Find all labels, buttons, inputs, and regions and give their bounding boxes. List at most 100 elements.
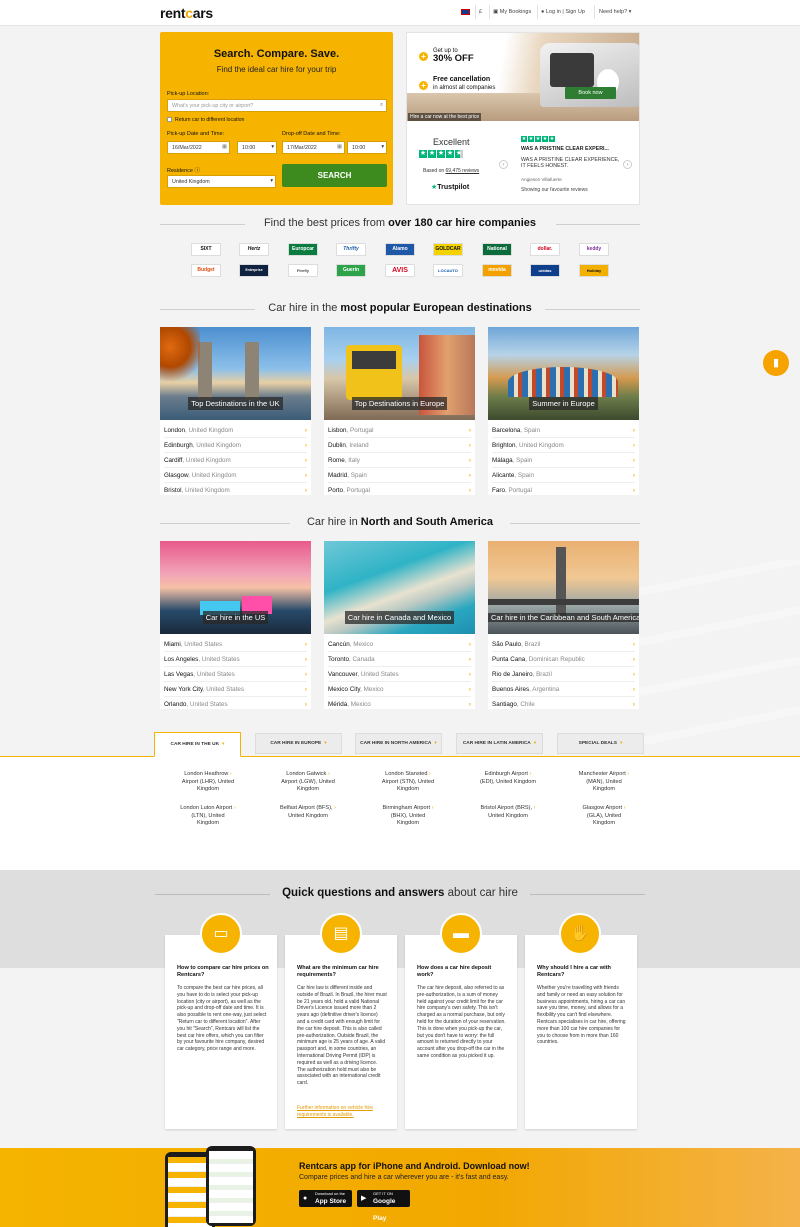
destination-link[interactable]: Mexico City, Mexico › [328, 682, 471, 697]
company-logo-national[interactable]: National [482, 243, 512, 256]
company-logo-budget[interactable]: Budget [191, 264, 221, 277]
destination-link[interactable]: Lisbon, Portugal › [328, 423, 471, 438]
company-logo-firefly[interactable]: Firefly [288, 264, 318, 277]
company-logo-keddy[interactable]: keddy [579, 243, 609, 256]
company-logo-guerin[interactable]: Guerin [336, 264, 366, 277]
destination-link[interactable]: Edinburgh, United Kingdom › [164, 438, 307, 453]
company-logo-enterprise[interactable]: Enterprise [239, 264, 269, 277]
carousel-prev-button[interactable]: ‹ [499, 160, 508, 169]
star-half-icon: ★ [455, 150, 463, 158]
airport-link[interactable]: Belfast Airport (BFS), › United Kingdom [266, 805, 350, 820]
company-logo-holiday[interactable]: Holiday [579, 264, 609, 277]
trustpilot-logo[interactable]: ★Trustpilot [431, 183, 469, 191]
chevron-right-icon: › [623, 805, 626, 811]
reviews-link[interactable]: 69,475 reviews [446, 168, 480, 174]
app-store-button[interactable]: ● Download on the App Store [299, 1190, 352, 1207]
chevron-right-icon: › [334, 805, 336, 811]
uk-flag-icon[interactable] [461, 9, 470, 15]
credit-card-icon: ▬ [440, 913, 482, 955]
destination-link[interactable]: Dublin, Ireland › [328, 438, 471, 453]
chevron-right-icon: › [468, 427, 471, 434]
help-menu[interactable]: Need help? ▾ [599, 9, 631, 15]
currency-selector[interactable]: £ [479, 9, 482, 15]
residence-select[interactable]: United Kingdom ▾ [167, 175, 276, 188]
destination-link[interactable]: Mérida, Mexico › [328, 697, 471, 712]
my-bookings-link[interactable]: ▣ My Bookings [493, 9, 531, 15]
pickup-location-input[interactable]: What's your pick-up city or airport? ⌕ [167, 99, 387, 112]
airport-link[interactable]: London Luton Airport › (LTN), United Kingd… [170, 805, 246, 828]
destination-link[interactable]: Punta Cana, Dominican Republic › [492, 652, 635, 667]
chevron-right-icon: › [627, 771, 630, 777]
company-logo-dollar[interactable]: dollar. [530, 243, 560, 256]
company-logo-thrifty[interactable]: Thrifty [336, 243, 366, 256]
tab-special-deals[interactable]: SPECIAL DEALS ▾ [557, 733, 644, 754]
destination-link[interactable]: Orlando, United States › [164, 697, 307, 712]
company-logo-locauto[interactable]: LOCAUTO [433, 264, 463, 277]
company-logo-sixt[interactable]: SIXT [191, 243, 221, 256]
destination-link[interactable]: Porto, Portugal › [328, 483, 471, 498]
destination-link[interactable]: Madrid, Spain › [328, 468, 471, 483]
destination-link[interactable]: Vancouver, United States › [328, 667, 471, 682]
tab-car-hire-europe[interactable]: CAR HIRE IN EUROPE ▾ [255, 733, 342, 754]
destination-link[interactable]: Las Vegas, United States › [164, 667, 307, 682]
pickup-location-label: Pick-up Location: [167, 91, 210, 97]
destination-link[interactable]: Brighton, United Kingdom › [492, 438, 635, 453]
destination-link[interactable]: Toronto, Canada › [328, 652, 471, 667]
chevron-down-icon: ▾ [271, 144, 274, 150]
tab-car-hire-north-america[interactable]: CAR HIRE IN NORTH AMERICA ▾ [355, 733, 442, 754]
dropoff-date-input[interactable]: 17/Mar/2022 ▦ [282, 141, 345, 154]
play-icon: ▶ [361, 1195, 367, 1202]
destination-link[interactable]: Santiago, Chile › [492, 697, 635, 712]
airport-link[interactable]: Glasgow Airport › (GLA), United Kingdom [566, 805, 642, 828]
book-now-button[interactable]: Book now [565, 87, 616, 99]
destination-link[interactable]: Los Angeles, United States › [164, 652, 307, 667]
pickup-date-input[interactable]: 16/Mar/2022 ▦ [167, 141, 230, 154]
google-play-button[interactable]: ▶ GET IT ON Google Play [357, 1190, 410, 1222]
airport-link[interactable]: Edinburgh Airport › (EDI), United Kingdom [470, 771, 546, 786]
return-different-checkbox[interactable] [167, 117, 172, 122]
chevron-down-icon: ▾ [381, 144, 384, 150]
tab-car-hire-uk[interactable]: CAR HIRE IN THE UK ▾ [154, 732, 241, 757]
plus-icon: + [419, 81, 428, 90]
carousel-next-button[interactable]: › [623, 160, 632, 169]
destination-link[interactable]: Cardiff, United Kingdom › [164, 453, 307, 468]
company-logo-alamo[interactable]: Alamo [385, 243, 415, 256]
requirements-link[interactable]: Further information on vehicle hire requ… [297, 1105, 387, 1119]
card-caption: Top Destinations in the UK [160, 397, 311, 410]
airport-link[interactable]: Manchester Airport › (MAN), United Kingdom [566, 771, 642, 794]
airport-link[interactable]: London Gatwick › Airport (LGW), United Kin… [270, 771, 346, 794]
destination-link[interactable]: Bristol, United Kingdom › [164, 483, 307, 498]
search-button[interactable]: SEARCH [282, 164, 387, 187]
dropoff-time-select[interactable]: 10:00 ▾ [347, 141, 387, 154]
card-caption: Summer in Europe [488, 397, 639, 410]
company-logo-unidas[interactable]: unidas [530, 264, 560, 277]
airport-link[interactable]: Birmingham Airport › (BHX), United Kingdom [370, 805, 446, 828]
destination-link[interactable]: Faro, Portugal › [492, 483, 635, 498]
airport-link[interactable]: London Stansted › Airport (STN), United Ki… [370, 771, 446, 794]
destination-link[interactable]: Cancún, Mexico › [328, 637, 471, 652]
company-logo-europcar[interactable]: Europcar [288, 243, 318, 256]
company-logo-goldcar[interactable]: GOLDCAR [433, 243, 463, 256]
tab-car-hire-latin-america[interactable]: CAR HIRE IN LATIN AMERICA ▾ [456, 733, 543, 754]
airport-link[interactable]: Bristol Airport (BRS), › United Kingdom [466, 805, 550, 820]
login-link[interactable]: ● Log in | Sign Up [541, 9, 585, 15]
destination-link[interactable]: London, United Kingdom › [164, 423, 307, 438]
company-logo-movida[interactable]: movida [482, 264, 512, 277]
destination-link[interactable]: Barcelona, Spain › [492, 423, 635, 438]
destination-link[interactable]: Málaga, Spain › [492, 453, 635, 468]
destination-link[interactable]: Glasgow, United Kingdom › [164, 468, 307, 483]
chat-bubble-button[interactable]: ▮ [763, 350, 789, 376]
destination-link[interactable]: Rome, Italy › [328, 453, 471, 468]
showing-reviews-note: Showing our favourite reviews [521, 187, 588, 193]
destination-link[interactable]: New York City, United States › [164, 682, 307, 697]
rentcars-logo[interactable]: rentcars [160, 5, 213, 21]
destination-link[interactable]: Miami, United States › [164, 637, 307, 652]
destination-link[interactable]: Buenos Aires, Argentina › [492, 682, 635, 697]
airport-link[interactable]: London Heathrow › Airport (LHR), United Ki… [170, 771, 246, 794]
company-logo-hertz[interactable]: Hertz [239, 243, 269, 256]
company-logo-avis[interactable]: AVIS [385, 264, 415, 277]
pickup-time-select[interactable]: 10:00 ▾ [237, 141, 277, 154]
destination-link[interactable]: São Paulo, Brazil › [492, 637, 635, 652]
destination-link[interactable]: Rio de Janeiro, Brazil › [492, 667, 635, 682]
destination-link[interactable]: Alicante, Spain › [492, 468, 635, 483]
